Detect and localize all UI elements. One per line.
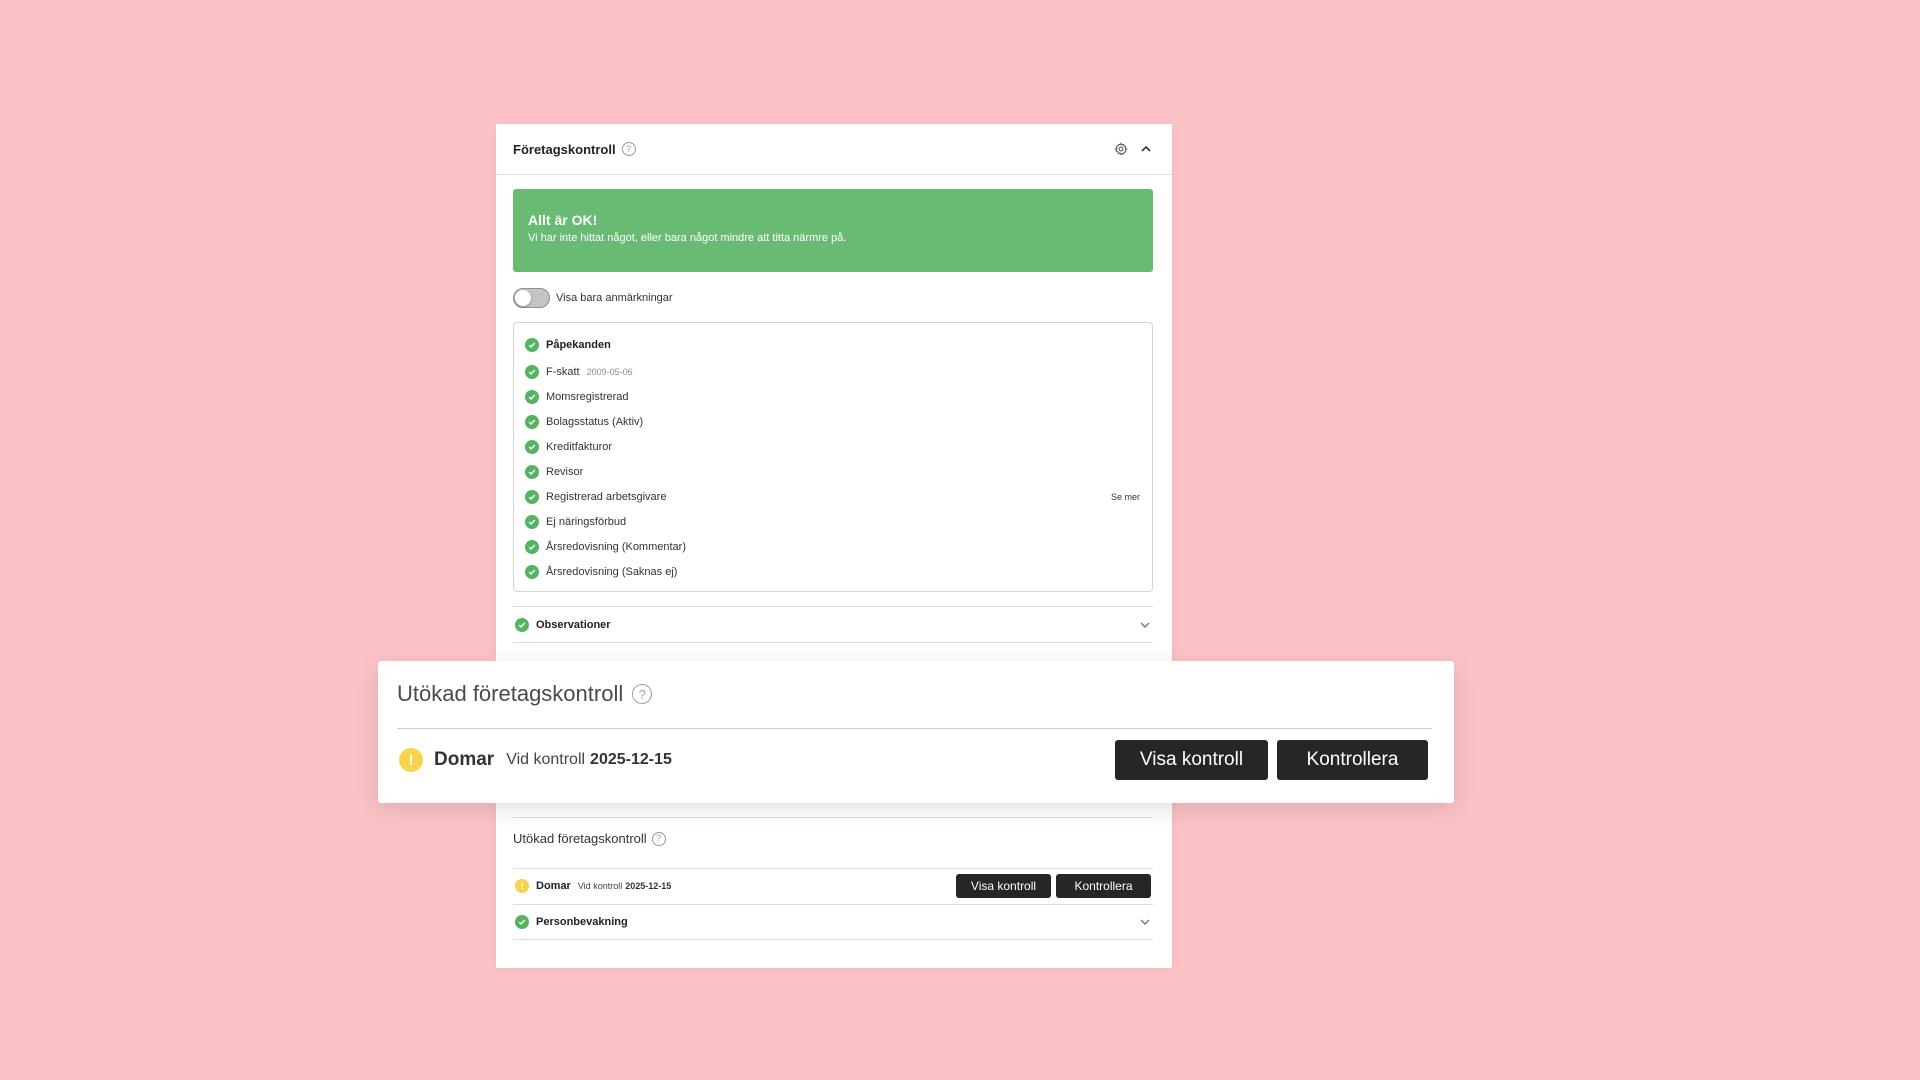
help-icon[interactable]: ? — [621, 142, 636, 156]
banner-text: Vi har inte hittat något, eller bara någ… — [528, 232, 847, 244]
zoom-domar-row: ! Domar Vid kontroll 2025-12-15 Visa kon… — [399, 738, 1428, 782]
panel-title: Företagskontroll — [513, 141, 616, 157]
company-check-panel: Företagskontroll ? Allt är OK! Vi har in… — [496, 124, 1172, 968]
check-icon — [525, 464, 539, 479]
run-check-button[interactable]: Kontrollera — [1277, 740, 1428, 780]
check-icon — [525, 337, 539, 352]
check-icon — [525, 564, 539, 579]
zoom-title: Utökad företagskontroll ? — [397, 681, 653, 707]
help-icon[interactable]: ? — [651, 831, 666, 846]
list-item-label: Registrerad arbetsgivare — [546, 490, 667, 503]
checked-date: 2025-12-15 — [590, 751, 672, 768]
check-icon — [525, 514, 539, 529]
zoom-title-label: Utökad företagskontroll — [397, 681, 624, 706]
check-icon — [525, 439, 539, 454]
list-item: Momsregistrerad — [525, 384, 1140, 409]
list-item: Revisor — [525, 459, 1140, 484]
check-icon — [515, 617, 529, 632]
list-item-label: F-skatt — [546, 365, 580, 378]
divider — [397, 728, 1432, 729]
checked-label: Vid kontroll — [506, 751, 586, 768]
section-label: Personbevakning — [536, 915, 628, 928]
run-check-button[interactable]: Kontrollera — [1056, 874, 1151, 898]
check-icon — [525, 389, 539, 404]
extended-check-title-label: Utökad företagskontroll — [513, 831, 647, 846]
domar-label: Domar — [434, 749, 495, 770]
check-icon — [525, 489, 539, 504]
chevron-down-icon[interactable] — [1139, 619, 1151, 631]
section-observationer[interactable]: Observationer — [513, 606, 1153, 643]
list-item-label: Årsredovisning (Saknas ej) — [546, 565, 678, 578]
status-banner: Allt är OK! Vi har inte hittat något, el… — [513, 189, 1153, 272]
check-icon — [515, 914, 529, 929]
list-item-label: Revisor — [546, 465, 584, 478]
help-icon[interactable]: ? — [632, 684, 653, 704]
check-icon — [525, 364, 539, 379]
list-item-label: Ej näringsförbud — [546, 515, 627, 528]
list-item-label: Bolagsstatus (Aktiv) — [546, 415, 644, 428]
extended-check-title: Utökad företagskontroll ? — [513, 831, 666, 846]
remarks-list: Påpekanden F-skatt 2009-05-06 Momsregistre… — [513, 322, 1153, 592]
list-item: Årsredovisning (Kommentar) — [525, 534, 1140, 559]
section-personbevakning[interactable]: Personbevakning — [513, 904, 1153, 940]
list-item: F-skatt 2009-05-06 — [525, 359, 1140, 384]
section-label: Observationer — [536, 618, 611, 631]
list-item: Årsredovisning (Saknas ej) — [525, 559, 1140, 584]
check-icon — [525, 414, 539, 429]
checked-label: Vid kontroll — [577, 881, 623, 891]
chevron-up-icon[interactable] — [1138, 141, 1154, 157]
check-icon — [525, 539, 539, 554]
list-heading-label: Påpekanden — [546, 338, 611, 351]
show-check-button[interactable]: Visa kontroll — [1115, 740, 1268, 780]
warning-icon: ! — [515, 879, 529, 893]
warning-icon: ! — [399, 748, 423, 772]
extended-check-zoom-card: Utökad företagskontroll ? ! Domar Vid ko… — [378, 661, 1454, 803]
chevron-down-icon[interactable] — [1139, 916, 1151, 928]
checked-date: 2025-12-15 — [625, 881, 672, 891]
domar-label: Domar — [536, 880, 571, 892]
divider — [513, 817, 1153, 818]
list-item: Ej näringsförbud — [525, 509, 1140, 534]
domar-row: ! Domar Vid kontroll 2025-12-15 Visa kon… — [513, 868, 1153, 904]
see-more-link[interactable]: Se mer — [1111, 492, 1140, 502]
panel-header: Företagskontroll ? — [496, 124, 1172, 175]
list-item: Registrerad arbetsgivare Se mer — [525, 484, 1140, 509]
banner-title: Allt är OK! — [528, 212, 598, 228]
list-item-date: 2009-05-06 — [586, 366, 633, 377]
list-heading: Påpekanden — [525, 333, 1140, 356]
show-check-button[interactable]: Visa kontroll — [956, 874, 1051, 898]
gear-icon[interactable] — [1113, 141, 1129, 157]
list-item-label: Momsregistrerad — [546, 390, 629, 403]
filter-toggle-row: Visa bara anmärkningar — [513, 288, 1172, 308]
remarks-only-toggle[interactable] — [513, 288, 550, 308]
toggle-label: Visa bara anmärkningar — [556, 292, 673, 304]
list-item: Bolagsstatus (Aktiv) — [525, 409, 1140, 434]
list-item-label: Kreditfakturor — [546, 440, 613, 453]
list-item-label: Årsredovisning (Kommentar) — [546, 540, 686, 553]
list-item: Kreditfakturor — [525, 434, 1140, 459]
